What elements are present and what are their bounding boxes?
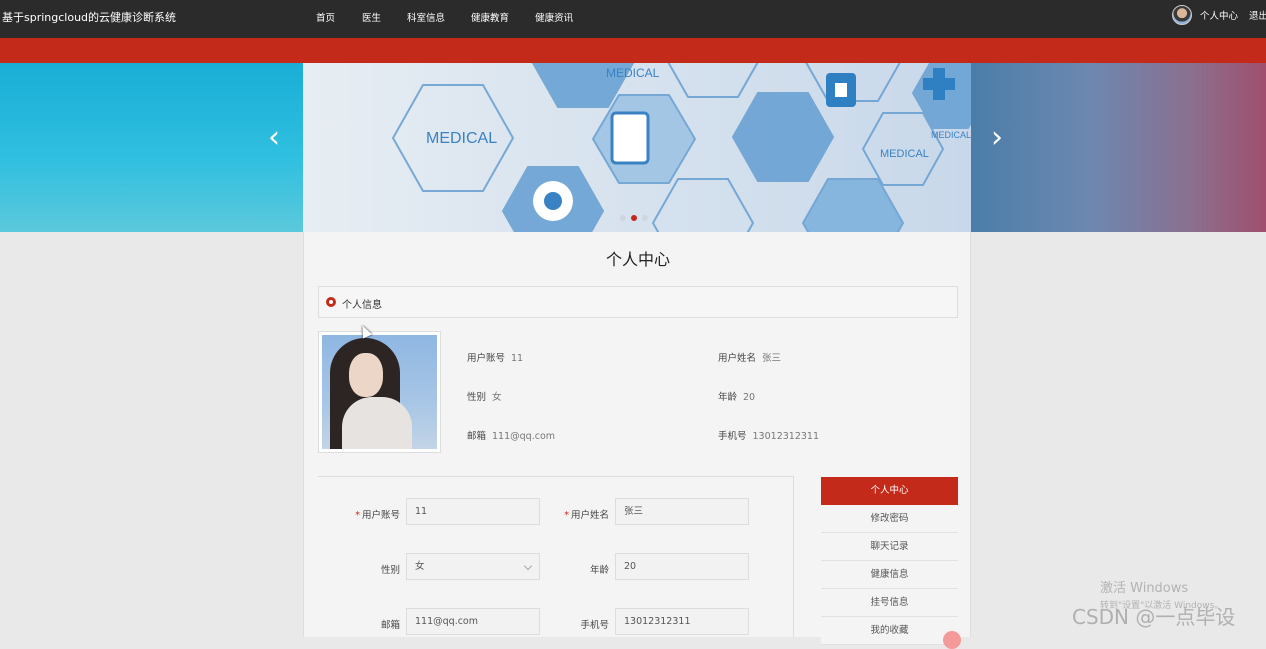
info-value: 20 xyxy=(743,392,756,403)
form-label-account: * 用户账号 xyxy=(330,507,400,521)
main-nav: 首页 医生 科室信息 健康教育 健康资讯 xyxy=(316,10,599,24)
email-field[interactable]: 111@qq.com xyxy=(406,608,540,635)
nav-home[interactable]: 首页 xyxy=(316,10,335,24)
info-value: 111@qq.com xyxy=(492,431,556,442)
page-title: 个人中心 xyxy=(605,250,670,269)
section-title: 个人信息 xyxy=(342,300,382,311)
svg-text:MEDICAL: MEDICAL xyxy=(426,130,497,147)
required-mark: * xyxy=(355,510,360,521)
carousel-dot[interactable] xyxy=(642,215,648,221)
banner-right-bg xyxy=(971,63,1266,232)
info-phone: 手机号 13012312311 xyxy=(718,428,819,442)
form-label-age: 年龄 xyxy=(589,565,609,576)
side-menu-item-my-favorites[interactable]: 我的收藏 xyxy=(821,617,958,645)
nav-department[interactable]: 科室信息 xyxy=(407,10,445,24)
form-label-text: 用户姓名 xyxy=(570,510,609,521)
section-header: 个人信息 xyxy=(318,286,958,318)
chevron-right-icon[interactable]: › xyxy=(985,121,1009,155)
site-title[interactable]: 基于springcloud的云健康诊断系统 xyxy=(2,9,176,25)
portrait-image xyxy=(322,335,437,449)
account-field[interactable]: 11 xyxy=(406,498,540,525)
info-account: 用户账号 11 xyxy=(467,350,523,364)
logout-link[interactable]: 退出 xyxy=(1249,8,1266,22)
portrait-body xyxy=(342,397,412,449)
info-name: 用户姓名 张三 xyxy=(718,350,781,364)
carousel-dot-active[interactable] xyxy=(631,215,637,221)
svg-text:MEDICAL: MEDICAL xyxy=(931,130,971,140)
form-label-name: * 用户姓名 xyxy=(539,507,609,521)
nav-health-education[interactable]: 健康教育 xyxy=(471,10,509,24)
nav-health-news[interactable]: 健康资讯 xyxy=(535,10,573,24)
user-area: 个人中心 退出 xyxy=(1171,5,1266,25)
banner-carousel: MEDICAL MEDICAL MEDICAL MEDICAL ‹ › xyxy=(0,63,1266,232)
info-value: 张三 xyxy=(762,353,782,364)
watermark-line1: 激活 Windows xyxy=(1100,581,1189,596)
carousel-dot[interactable] xyxy=(620,215,626,221)
carousel-dots xyxy=(620,215,648,221)
phone-field[interactable]: 13012312311 xyxy=(615,608,749,635)
info-label: 年龄 xyxy=(718,392,738,403)
info-age: 年龄 20 xyxy=(718,389,755,403)
chevron-left-icon[interactable]: ‹ xyxy=(262,121,286,155)
svg-text:MEDICAL: MEDICAL xyxy=(606,66,660,80)
info-email: 邮箱 111@qq.com xyxy=(467,428,555,442)
floating-badge-icon[interactable] xyxy=(943,631,961,649)
banner-left-bg xyxy=(0,63,303,232)
side-menu-item-chat-history[interactable]: 聊天记录 xyxy=(821,533,958,561)
info-label: 手机号 xyxy=(718,431,747,442)
svg-text:MEDICAL: MEDICAL xyxy=(880,148,929,160)
info-value: 11 xyxy=(511,353,524,364)
medical-hexagon-illustration: MEDICAL MEDICAL MEDICAL MEDICAL xyxy=(391,63,971,232)
side-menu-item-user-center[interactable]: 个人中心 xyxy=(821,477,958,505)
side-menu: 个人中心 修改密码 聊天记录 健康信息 挂号信息 我的收藏 xyxy=(821,477,958,645)
gender-select-value: 女 xyxy=(415,561,425,572)
side-menu-item-registration-info[interactable]: 挂号信息 xyxy=(821,589,958,617)
info-label: 邮箱 xyxy=(467,431,487,442)
info-value: 13012312311 xyxy=(752,431,820,442)
avatar[interactable] xyxy=(1171,5,1192,25)
info-label: 用户姓名 xyxy=(718,353,757,364)
info-value: 女 xyxy=(492,392,502,403)
side-menu-item-health-info[interactable]: 健康信息 xyxy=(821,561,958,589)
age-field[interactable]: 20 xyxy=(615,553,749,580)
form-label-phone: 手机号 xyxy=(580,620,609,631)
chevron-down-icon xyxy=(523,561,533,571)
form-label-gender: 性别 xyxy=(380,565,400,576)
portrait-face xyxy=(349,353,383,397)
gender-select[interactable]: 女 xyxy=(406,553,540,580)
required-mark: * xyxy=(564,510,569,521)
nav-doctor[interactable]: 医生 xyxy=(362,10,381,24)
main-panel: 个人中心 个人信息 用户账号 11 用户姓名 张三 性别女 年龄 20 邮箱 111@q… xyxy=(303,232,971,645)
name-field[interactable]: 张三 xyxy=(615,498,749,525)
user-center-link[interactable]: 个人中心 xyxy=(1200,8,1238,22)
info-label: 用户账号 xyxy=(467,353,506,364)
banner-image: MEDICAL MEDICAL MEDICAL MEDICAL xyxy=(303,63,971,232)
form-label-email: 邮箱 xyxy=(380,620,400,631)
top-navbar: 基于springcloud的云健康诊断系统 首页 医生 科室信息 健康教育 健康… xyxy=(0,0,1266,38)
accent-bar xyxy=(0,38,1266,63)
profile-photo xyxy=(318,331,441,453)
side-menu-item-change-password[interactable]: 修改密码 xyxy=(821,505,958,533)
radio-ring-icon xyxy=(326,297,336,307)
info-label: 性别 xyxy=(467,392,487,403)
form-label-text: 用户账号 xyxy=(361,510,400,521)
info-gender: 性别女 xyxy=(467,389,502,403)
csdn-watermark: CSDN @一点毕设 xyxy=(1072,605,1236,629)
